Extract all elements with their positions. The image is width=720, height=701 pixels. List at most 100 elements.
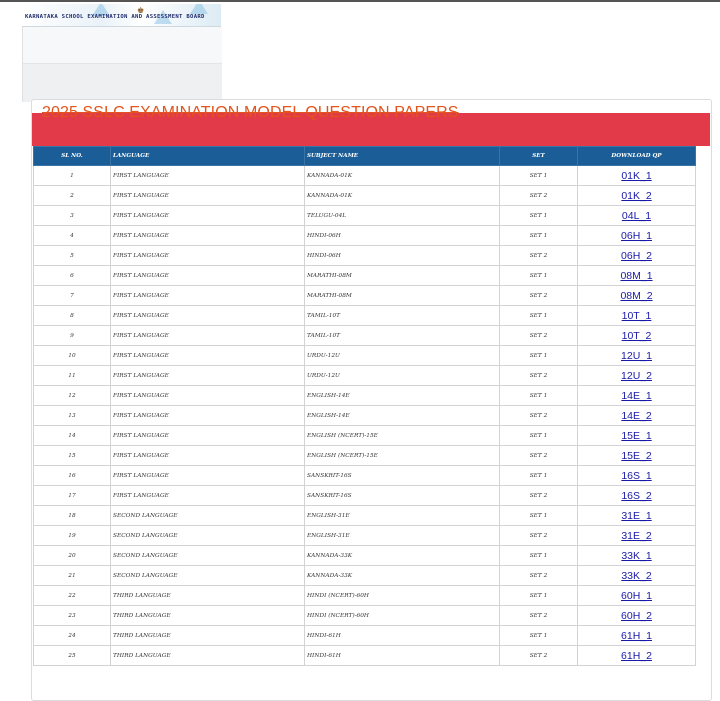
row-set: SET 1 (499, 545, 578, 566)
row-download-cell: 10T_2 (577, 325, 696, 346)
row-download-cell: 14E_1 (577, 385, 696, 406)
row-subject: ENGLISH-31E (304, 525, 500, 546)
row-subject: MARATHI-08M (304, 285, 500, 306)
download-qp-link[interactable]: 16S_2 (621, 490, 651, 502)
row-sl-no: 5 (33, 245, 111, 266)
row-subject: HINDI (NCERT)-60H (304, 605, 500, 626)
row-set: SET 1 (499, 505, 578, 526)
row-language: FIRST LANGUAGE (110, 425, 305, 446)
row-sl-no: 11 (33, 365, 111, 386)
download-qp-link[interactable]: 01K_2 (621, 190, 651, 202)
header-logo-banner[interactable]: ♚ KARNATAKA SCHOOL EXAMINATION AND ASSES… (22, 4, 221, 27)
row-set: SET 1 (499, 265, 578, 286)
row-download-cell: 08M_2 (577, 285, 696, 306)
top-border (0, 0, 720, 2)
download-qp-link[interactable]: 06H_2 (621, 250, 652, 262)
row-download-cell: 16S_1 (577, 465, 696, 486)
row-sl-no: 14 (33, 425, 111, 446)
question-papers-table: Sl No. LANGUAGE SUBJECT NAME SET DOWNLOA… (33, 146, 696, 666)
row-language: FIRST LANGUAGE (110, 165, 305, 186)
download-qp-link[interactable]: 14E_2 (621, 410, 651, 422)
row-language: SECOND LANGUAGE (110, 565, 305, 586)
row-language: FIRST LANGUAGE (110, 325, 305, 346)
row-language: THIRD LANGUAGE (110, 625, 305, 646)
row-set: SET 2 (499, 185, 578, 206)
row-download-cell: 06H_2 (577, 245, 696, 266)
col-header-language: LANGUAGE (110, 146, 305, 166)
row-subject: ENGLISH-14E (304, 405, 500, 426)
row-download-cell: 12U_2 (577, 365, 696, 386)
row-language: FIRST LANGUAGE (110, 285, 305, 306)
row-language: FIRST LANGUAGE (110, 465, 305, 486)
row-subject: KANNADA-01K (304, 165, 500, 186)
row-subject: KANNADA-33K (304, 545, 500, 566)
table-row: 23 THIRD LANGUAGE HINDI (NCERT)-60H SET 2 60… (33, 605, 696, 626)
row-sl-no: 18 (33, 505, 111, 526)
row-set: SET 1 (499, 465, 578, 486)
row-sl-no: 12 (33, 385, 111, 406)
row-download-cell: 16S_2 (577, 485, 696, 506)
col-header-sl-no: Sl No. (33, 146, 111, 166)
row-language: SECOND LANGUAGE (110, 525, 305, 546)
table-row: 17 FIRST LANGUAGE SANSKRIT-16S SET 2 16S_2 (33, 485, 696, 506)
row-set: SET 1 (499, 225, 578, 246)
row-subject: TAMIL-10T (304, 305, 500, 326)
download-qp-link[interactable]: 60H_2 (621, 610, 652, 622)
row-subject: SANSKRIT-16S (304, 465, 500, 486)
row-language: FIRST LANGUAGE (110, 485, 305, 506)
download-qp-link[interactable]: 33K_1 (621, 550, 651, 562)
row-subject: HINDI-06H (304, 245, 500, 266)
row-language: FIRST LANGUAGE (110, 445, 305, 466)
row-download-cell: 08M_1 (577, 265, 696, 286)
row-download-cell: 31E_1 (577, 505, 696, 526)
row-sl-no: 17 (33, 485, 111, 506)
download-qp-link[interactable]: 15E_2 (621, 450, 651, 462)
table-row: 20 SECOND LANGUAGE KANNADA-33K SET 1 33K_1 (33, 545, 696, 566)
logo-text: KARNATAKA SCHOOL EXAMINATION AND ASSESSM… (25, 14, 205, 20)
download-qp-link[interactable]: 06H_1 (621, 230, 652, 242)
table-row: 15 FIRST LANGUAGE ENGLISH (NCERT)-15E SET 2… (33, 445, 696, 466)
row-subject: HINDI (NCERT)-60H (304, 585, 500, 606)
table-row: 5 FIRST LANGUAGE HINDI-06H SET 2 06H_2 (33, 245, 696, 266)
row-language: FIRST LANGUAGE (110, 365, 305, 386)
row-subject: HINDI-06H (304, 225, 500, 246)
download-qp-link[interactable]: 31E_2 (621, 530, 651, 542)
table-row: 7 FIRST LANGUAGE MARATHI-08M SET 2 08M_2 (33, 285, 696, 306)
row-sl-no: 21 (33, 565, 111, 586)
table-row: 1 FIRST LANGUAGE KANNADA-01K SET 1 01K_1 (33, 165, 696, 186)
download-qp-link[interactable]: 15E_1 (621, 430, 651, 442)
row-download-cell: 15E_2 (577, 445, 696, 466)
download-qp-link[interactable]: 12U_2 (621, 370, 652, 382)
download-qp-link[interactable]: 14E_1 (621, 390, 651, 402)
download-qp-link[interactable]: 10T_1 (622, 310, 652, 322)
download-qp-link[interactable]: 60H_1 (621, 590, 652, 602)
download-qp-link[interactable]: 33K_2 (621, 570, 651, 582)
download-qp-link[interactable]: 16S_1 (621, 470, 651, 482)
download-qp-link[interactable]: 08M_1 (620, 270, 652, 282)
download-qp-link[interactable]: 10T_2 (622, 330, 652, 342)
row-subject: ENGLISH (NCERT)-15E (304, 425, 500, 446)
side-panel (22, 27, 222, 102)
download-qp-link[interactable]: 08M_2 (620, 290, 652, 302)
row-language: SECOND LANGUAGE (110, 545, 305, 566)
row-language: FIRST LANGUAGE (110, 405, 305, 426)
row-set: SET 1 (499, 585, 578, 606)
download-qp-link[interactable]: 12U_1 (621, 350, 652, 362)
col-header-download: DOWNLOAD QP (577, 146, 696, 166)
row-language: FIRST LANGUAGE (110, 205, 305, 226)
download-qp-link[interactable]: 04L_1 (622, 210, 651, 222)
download-qp-link[interactable]: 31E_1 (621, 510, 651, 522)
row-subject: KANNADA-01K (304, 185, 500, 206)
download-qp-link[interactable]: 01K_1 (621, 170, 651, 182)
row-set: SET 1 (499, 305, 578, 326)
row-subject: URDU-12U (304, 365, 500, 386)
row-sl-no: 7 (33, 285, 111, 306)
row-sl-no: 23 (33, 605, 111, 626)
row-download-cell: 04L_1 (577, 205, 696, 226)
row-language: FIRST LANGUAGE (110, 185, 305, 206)
download-qp-link[interactable]: 61H_1 (621, 630, 652, 642)
row-download-cell: 15E_1 (577, 425, 696, 446)
side-panel-header (23, 27, 222, 64)
row-set: SET 2 (499, 485, 578, 506)
row-subject: ENGLISH (NCERT)-15E (304, 445, 500, 466)
